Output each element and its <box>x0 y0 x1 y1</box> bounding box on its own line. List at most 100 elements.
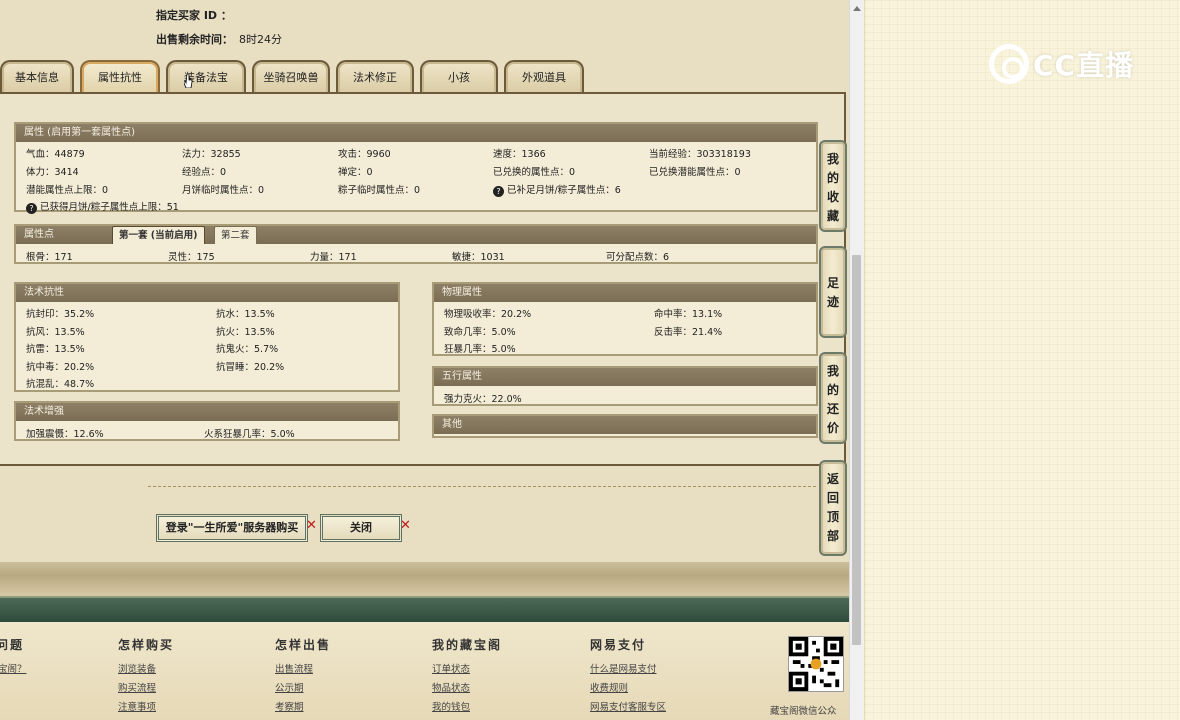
boost-value: 加强震慑：12.6% <box>26 429 104 440</box>
close-x-icon: ✕ <box>400 518 411 533</box>
tab-attributes[interactable]: 属性抗性 <box>80 60 160 94</box>
tab-second-set[interactable]: 第二套 <box>214 226 257 244</box>
resist-value: 抗中毒：20.2% <box>26 362 95 373</box>
scroll-up-icon[interactable] <box>853 6 861 11</box>
close-x-icon: ✕ <box>306 518 317 533</box>
other-header: 其他 <box>434 416 816 434</box>
attr-value: 已兑换的属性点：0 <box>493 167 576 178</box>
side-my-offers-button[interactable]: 我的还价 <box>819 352 847 444</box>
footer-col-questions: 问题 宝阁？ <box>0 636 27 680</box>
footer-col-how-to-sell: 怎样出售 出售流程 公示期 考察期 <box>275 636 331 718</box>
attr-value: ? 已补足月饼/粽子属性点：6 <box>493 182 621 197</box>
five-elements-header: 五行属性 <box>434 368 816 386</box>
phys-value: 命中率：13.1% <box>654 309 723 320</box>
attributes-header: 属性 (启用第一套属性点) <box>16 124 816 142</box>
footer-link[interactable]: 收费规则 <box>590 680 666 699</box>
footer-link[interactable]: 出售流程 <box>275 661 331 680</box>
close-button[interactable]: 关闭 <box>320 514 402 542</box>
footer-link[interactable]: 订单状态 <box>432 661 502 680</box>
page-scrollbar[interactable] <box>849 0 863 720</box>
scrollbar-thumb[interactable] <box>852 255 861 645</box>
attr-value: 攻击：9960 <box>338 149 391 160</box>
hand-cursor-icon <box>184 74 193 88</box>
remaining-time-value: 8时24分 <box>239 33 282 46</box>
attributes-panel: 属性 (启用第一套属性点) 气血：44879 法力：32855 攻击：9960 … <box>0 92 846 466</box>
five-value: 强力克火：22.0% <box>444 394 522 405</box>
footer-col-payment: 网易支付 什么是网易支付 收费规则 网易支付客服专区 <box>590 636 666 718</box>
footer-col-my-account: 我的藏宝阁 订单状态 物品状态 我的钱包 <box>432 636 502 718</box>
attr-value: 月饼临时属性点：0 <box>182 185 265 196</box>
phys-value: 狂暴几率：5.0% <box>444 344 516 355</box>
spell-resist-header: 法术抗性 <box>16 284 398 302</box>
help-icon[interactable]: ? <box>493 186 504 197</box>
footer-link[interactable]: 公示期 <box>275 680 331 699</box>
footer-link[interactable]: 什么是网易支付 <box>590 661 666 680</box>
tab-mount-summon[interactable]: 坐骑召唤兽 <box>252 60 330 94</box>
game-trading-page: 指定买家 ID ： 出售剩余时间： 8时24分 基本信息 属性抗性 装备法宝 坐骑… <box>0 0 849 720</box>
boost-value: 火系狂暴几率：5.0% <box>204 429 295 440</box>
footer-link[interactable]: 购买流程 <box>118 680 174 699</box>
attr-value: 粽子临时属性点：0 <box>338 185 421 196</box>
footer-col-how-to-buy: 怎样购买 浏览装备 购买流程 注意事项 <box>118 636 174 718</box>
divider <box>148 486 816 487</box>
attributes-section: 属性 (启用第一套属性点) 气血：44879 法力：32855 攻击：9960 … <box>14 122 818 214</box>
resist-value: 抗混乱：48.7% <box>26 379 95 390</box>
attr-value: 已兑换潜能属性点：0 <box>649 167 741 178</box>
remaining-time: 出售剩余时间： 8时24分 <box>156 33 282 46</box>
spell-boost-header: 法术增强 <box>16 403 398 421</box>
tab-equipment[interactable]: 装备法宝 <box>166 60 246 94</box>
resist-value: 抗鬼火：5.7% <box>216 344 279 355</box>
tab-basic-info[interactable]: 基本信息 <box>0 60 74 94</box>
qr-caption: 藏宝阁微信公众 <box>770 706 837 717</box>
resist-value: 抗封印：35.2% <box>26 309 95 320</box>
cc-logo-icon <box>989 44 1029 84</box>
spell-boost-section: 法术增强 加强震慑：12.6% 火系狂暴几率：5.0% <box>14 401 400 441</box>
attr-value: 当前经验：303318193 <box>649 149 751 160</box>
help-icon[interactable]: ? <box>26 203 37 214</box>
attr-value: ? 已获得月饼/粽子属性点上限：51 <box>26 199 179 214</box>
point-value: 可分配点数：6 <box>606 252 670 263</box>
side-history-button[interactable]: 足迹 <box>819 246 847 338</box>
login-buy-button[interactable]: 登录"一生所爱"服务器购买 <box>156 514 308 542</box>
point-value: 灵性：175 <box>168 252 215 263</box>
side-back-to-top-button[interactable]: 返回顶部 <box>819 460 847 556</box>
attr-value: 速度：1366 <box>493 149 546 160</box>
five-elements-section: 五行属性 强力克火：22.0% <box>432 366 818 406</box>
footer-link[interactable]: 考察期 <box>275 699 331 718</box>
cc-watermark-text: CC直播 <box>1033 49 1135 82</box>
attr-value: 体力：3414 <box>26 167 79 178</box>
tab-spell-correction[interactable]: 法术修正 <box>336 60 414 94</box>
point-value: 敏捷：1031 <box>452 252 505 263</box>
footer-link[interactable]: 我的钱包 <box>432 699 502 718</box>
resist-value: 抗冒睡：20.2% <box>216 362 285 373</box>
attr-value: 气血：44879 <box>26 149 85 160</box>
footer-link[interactable]: 宝阁？ <box>0 661 27 680</box>
point-value: 根骨：171 <box>26 252 73 263</box>
attr-value: 经验点：0 <box>182 167 227 178</box>
tab-appearance[interactable]: 外观道具 <box>504 60 584 94</box>
stream-overlay-area: CC直播 <box>864 0 1180 720</box>
resist-value: 抗水：13.5% <box>216 309 275 320</box>
footer-link[interactable]: 物品状态 <box>432 680 502 699</box>
tab-first-set[interactable]: 第一套 (当前启用) <box>112 226 205 244</box>
resist-value: 抗火：13.5% <box>216 327 275 338</box>
side-favorites-button[interactable]: 我的收藏 <box>819 140 847 232</box>
footer-link[interactable]: 网易支付客服专区 <box>590 699 666 718</box>
spell-resist-section: 法术抗性 抗封印：35.2% 抗水：13.5% 抗风：13.5% 抗火：13.5… <box>14 282 400 392</box>
footer-link[interactable]: 注意事项 <box>118 699 174 718</box>
physical-header: 物理属性 <box>434 284 816 302</box>
buyer-id-label: 指定买家 ID ： <box>156 9 232 22</box>
attr-value: 潜能属性点上限：0 <box>26 185 109 196</box>
resist-value: 抗雷：13.5% <box>26 344 85 355</box>
footer-bar <box>0 596 849 622</box>
footer-banner <box>0 562 849 596</box>
cc-live-logo: CC直播 <box>989 44 1134 84</box>
resist-value: 抗风：13.5% <box>26 327 85 338</box>
attr-value: 法力：32855 <box>182 149 241 160</box>
attr-value: 禅定：0 <box>338 167 373 178</box>
phys-value: 反击率：21.4% <box>654 327 723 338</box>
other-section: 其他 <box>432 414 818 438</box>
tab-child[interactable]: 小孩 <box>420 60 498 94</box>
qr-code-icon <box>788 636 844 692</box>
footer-link[interactable]: 浏览装备 <box>118 661 174 680</box>
